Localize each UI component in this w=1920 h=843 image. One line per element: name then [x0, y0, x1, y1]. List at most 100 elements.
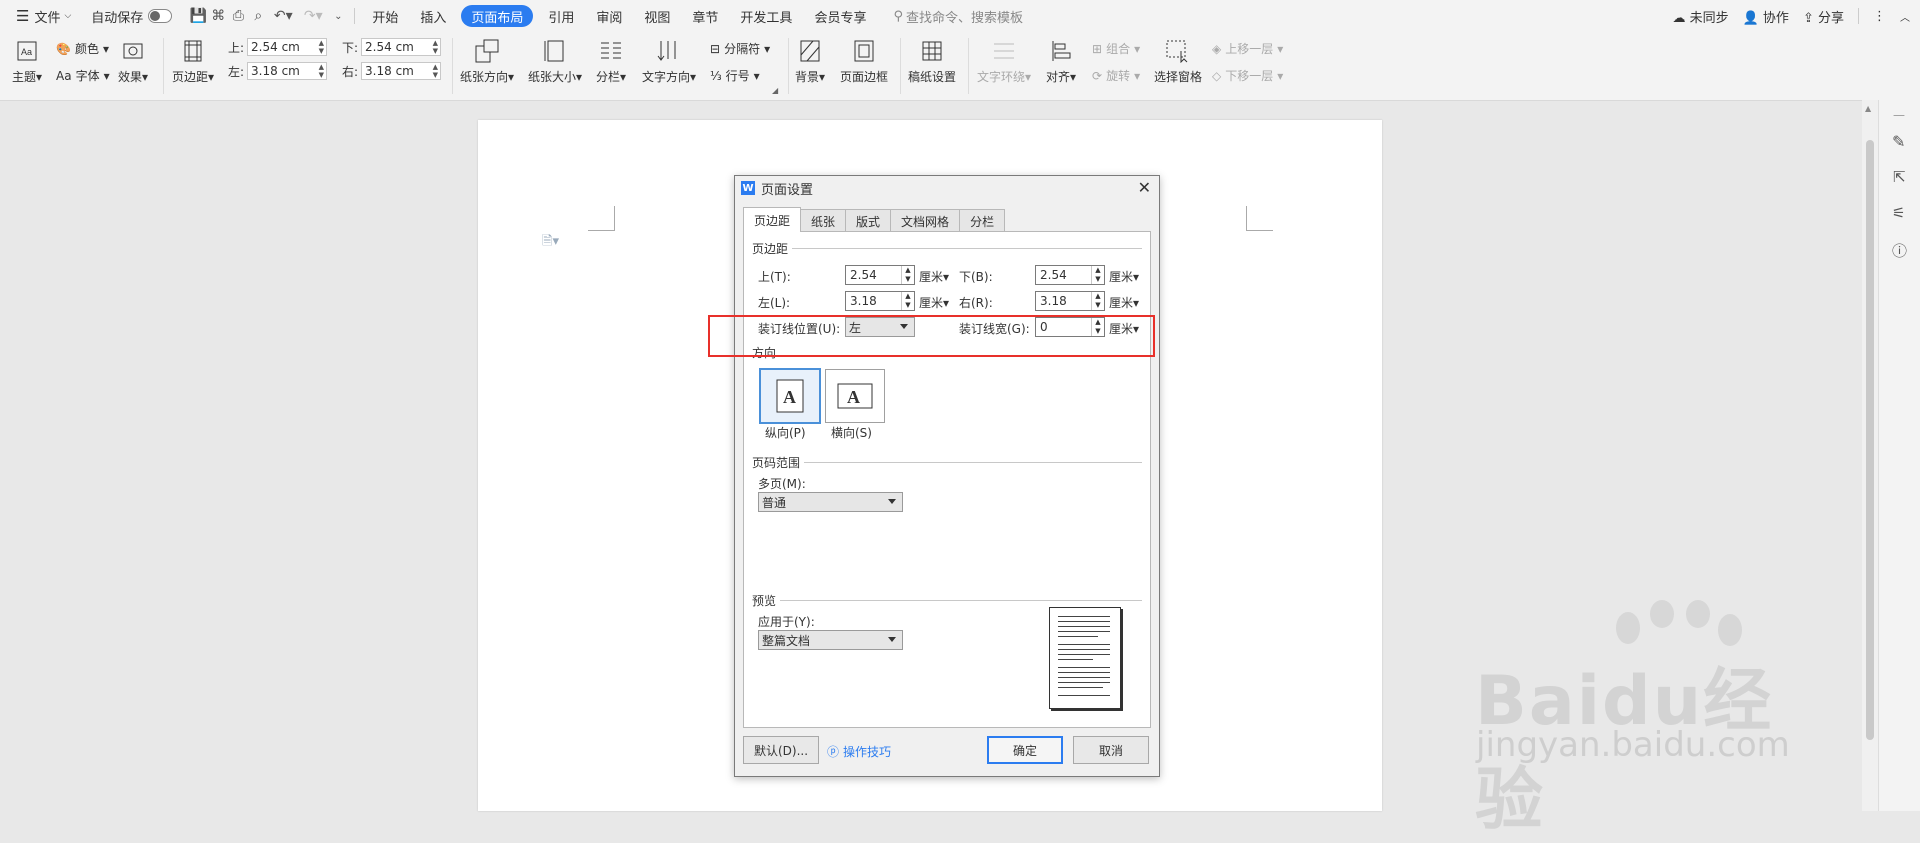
autosave-toggle[interactable]: 自动保存 — [85, 0, 178, 32]
orientation-button[interactable]: 纸张方向▾ — [460, 38, 514, 85]
format-painter-icon[interactable]: ⌘ — [208, 6, 228, 26]
share-button[interactable]: ⇪ 分享 — [1803, 7, 1844, 26]
settings-sliders-icon[interactable]: ⚟ — [1892, 204, 1905, 222]
text-wrap-button[interactable]: 文字环绕▾ — [977, 38, 1031, 85]
redo-icon[interactable]: ↷▾ — [298, 6, 328, 26]
palette-icon: 🎨 — [56, 41, 71, 56]
vertical-scrollbar[interactable]: ▲ — [1862, 100, 1878, 811]
background-button[interactable]: 背景▾ — [795, 38, 825, 85]
tab-member[interactable]: 会员专享 — [803, 0, 877, 32]
rotate-button[interactable]: ⟳ 旋转 ▾ — [1092, 67, 1140, 84]
document-icon[interactable]: 🗎▾ — [542, 232, 559, 254]
tab-insert[interactable]: 插入 — [409, 0, 457, 32]
spinner-icon[interactable]: ▲ ▼ — [1091, 266, 1104, 284]
margin-top-input[interactable]: 2.54 cm ▲ ▼ — [247, 38, 328, 56]
scrollbar-thumb[interactable] — [1866, 140, 1874, 740]
color-button[interactable]: 🎨 颜色 ▾ — [56, 40, 109, 57]
preview-line — [1058, 659, 1093, 660]
margins-button[interactable]: 页边距▾ — [172, 38, 214, 85]
cancel-button[interactable]: 取消 — [1073, 736, 1149, 764]
tab-developer[interactable]: 开发工具 — [729, 0, 803, 32]
margin-bottom-input[interactable]: 2.54 cm ▲ ▼ — [361, 38, 442, 56]
portrait-label[interactable]: 纵向(P) — [765, 424, 806, 441]
command-search[interactable]: ⚲ 查找命令、搜索模板 — [887, 0, 1029, 32]
spinner-icon[interactable]: ▲ ▼ — [319, 63, 324, 79]
default-button[interactable]: 默认(D)... — [743, 736, 819, 764]
text-direction-button[interactable]: 文字方向▾ — [642, 38, 696, 85]
sync-button[interactable]: ☁ 未同步 — [1672, 7, 1728, 26]
tab-view[interactable]: 视图 — [633, 0, 681, 32]
unit-select[interactable]: 厘米▾ — [1109, 294, 1139, 311]
spinner-icon[interactable]: ▲ ▼ — [433, 63, 438, 79]
tab-paper[interactable]: 纸张 — [800, 209, 847, 232]
tab-section[interactable]: 章节 — [681, 0, 729, 32]
preview-line — [1058, 644, 1110, 645]
font-button[interactable]: Aa 字体 ▾ — [56, 67, 110, 84]
unit-select[interactable]: 厘米▾ — [919, 268, 949, 285]
selection-pane-icon — [1165, 38, 1191, 64]
send-backward-button[interactable]: ◇ 下移一层 ▾ — [1212, 67, 1283, 84]
spinner-icon[interactable]: ▲ ▼ — [433, 39, 438, 55]
ribbon-launcher-icon[interactable]: ◢ — [772, 86, 778, 95]
text-direction-icon — [656, 38, 682, 64]
line-numbers-button[interactable]: ⅓ 行号 ▾ — [710, 67, 760, 84]
help-icon[interactable]: ⓘ — [1892, 240, 1907, 261]
landscape-label[interactable]: 横向(S) — [831, 424, 872, 441]
collab-button[interactable]: 👤 协作 — [1743, 7, 1789, 26]
unit-select[interactable]: 厘米▾ — [919, 294, 949, 311]
wps-logo-icon: W — [741, 181, 755, 195]
cursor-icon[interactable]: ⇱ — [1893, 168, 1906, 186]
effect-button[interactable]: 效果▾ — [118, 38, 148, 85]
top-margin-input[interactable]: 2.54 ▲ ▼ — [845, 265, 915, 285]
print-preview-icon[interactable]: ⌕ — [248, 6, 268, 26]
left-margin-input[interactable]: 3.18 ▲ ▼ — [845, 291, 915, 311]
tab-columns[interactable]: 分栏 — [959, 209, 1006, 232]
collapse-ribbon-icon[interactable]: ︿ — [1900, 9, 1910, 24]
close-icon[interactable]: ✕ — [1138, 178, 1151, 197]
undo-icon[interactable]: ↶▾ — [268, 6, 298, 26]
apply-to-select[interactable]: 整篇文档 — [758, 630, 903, 650]
spinner-icon[interactable]: ▲ ▼ — [319, 39, 324, 55]
multiple-pages-select[interactable]: 普通 — [758, 492, 903, 512]
right-margin-input[interactable]: 3.18 ▲ ▼ — [1035, 291, 1105, 311]
tab-layout[interactable]: 版式 — [845, 209, 892, 232]
tips-link[interactable]: ⓟ 操作技巧 — [827, 743, 891, 760]
spinner-icon[interactable]: ▲ ▼ — [1091, 292, 1104, 310]
tab-review[interactable]: 审阅 — [585, 0, 633, 32]
unit-select[interactable]: 厘米▾ — [1109, 268, 1139, 285]
customize-toolbar-icon[interactable]: ⌄ — [328, 6, 348, 26]
collapse-panel-icon[interactable]: — — [1893, 108, 1905, 122]
tab-doc-grid[interactable]: 文档网格 — [890, 209, 961, 232]
scroll-up-icon[interactable]: ▲ — [1865, 104, 1871, 113]
bottom-margin-input[interactable]: 2.54 ▲ ▼ — [1035, 265, 1105, 285]
file-menu[interactable]: ☰ 文件 ⌵ — [10, 0, 77, 32]
columns-button[interactable]: 分栏▾ — [596, 38, 626, 85]
selection-pane-button[interactable]: 选择窗格 — [1154, 38, 1202, 85]
save-icon[interactable]: 💾 — [188, 6, 208, 26]
paper-size-button[interactable]: 纸张大小▾ — [528, 38, 582, 85]
ok-button[interactable]: 确定 — [987, 736, 1063, 764]
page-border-button[interactable]: 页面边框 — [840, 38, 888, 85]
preview-line — [1058, 677, 1110, 678]
tab-margins[interactable]: 页边距 — [743, 207, 802, 232]
tab-home[interactable]: 开始 — [361, 0, 409, 32]
align-button[interactable]: 对齐▾ — [1046, 38, 1076, 85]
spinner-icon[interactable]: ▲ ▼ — [901, 266, 914, 284]
print-icon[interactable]: ⎙ — [228, 6, 248, 26]
more-icon[interactable]: ⋮ — [1873, 9, 1886, 24]
theme-button[interactable]: Aa 主题▾ — [12, 38, 42, 85]
group-button[interactable]: ⊞ 组合 ▾ — [1092, 40, 1140, 57]
edit-icon[interactable]: ✎ — [1892, 132, 1905, 151]
portrait-option[interactable]: A — [759, 368, 821, 424]
margin-left-input[interactable]: 3.18 cm ▲ ▼ — [247, 62, 328, 80]
breaks-button[interactable]: ⊟ 分隔符 ▾ — [710, 40, 770, 57]
tab-references[interactable]: 引用 — [537, 0, 585, 32]
manuscript-button[interactable]: 稿纸设置 — [908, 38, 956, 85]
bring-forward-button[interactable]: ◈ 上移一层 ▾ — [1212, 40, 1283, 57]
tab-page-layout[interactable]: 页面布局 — [461, 5, 534, 27]
breaks-icon: ⊟ — [710, 41, 721, 56]
margin-right-input[interactable]: 3.18 cm ▲ ▼ — [361, 62, 442, 80]
spinner-icon[interactable]: ▲ ▼ — [901, 292, 914, 310]
landscape-option[interactable]: A — [825, 369, 885, 423]
bottom-label: 下(B): — [959, 270, 993, 284]
